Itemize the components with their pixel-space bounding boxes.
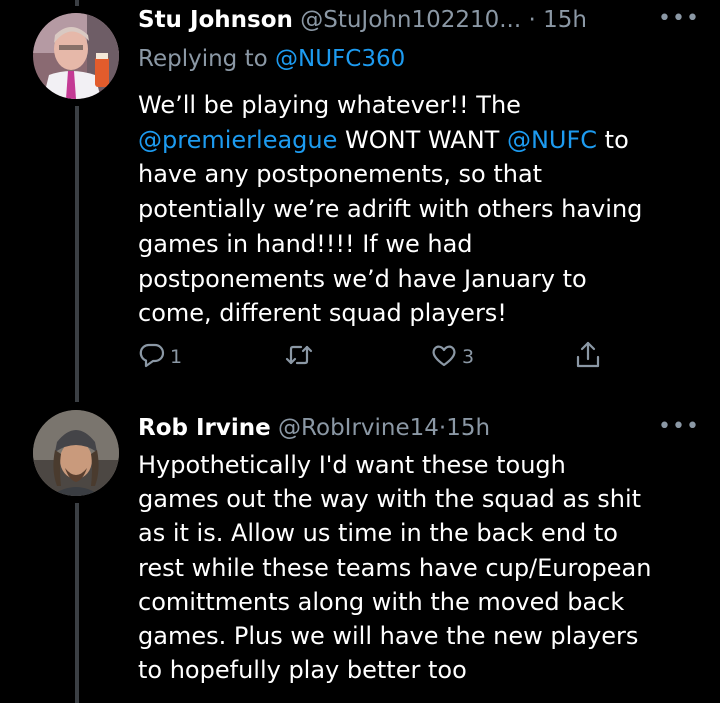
tweet-text-line: games in hand!!!! If we had [138, 229, 473, 258]
tweet-text-line: to hopefully play better too [138, 656, 467, 685]
tweet-text-line: potentially we’re adrift with others hav… [138, 195, 643, 224]
replying-to: Replying to @NUFC360 [138, 45, 405, 73]
timestamp[interactable]: 15h [543, 7, 587, 33]
share-button[interactable] [574, 340, 602, 374]
mention-nufc[interactable]: @NUFC [507, 126, 597, 154]
thread-line-bottom [75, 503, 79, 703]
tweet-text-line: rest while these teams have cup/European [138, 553, 652, 582]
thread-line-middle [75, 106, 79, 402]
more-icon[interactable]: ••• [658, 414, 700, 439]
tweet-header: Rob Irvine @RobIrvine14·15h [138, 414, 490, 442]
text-segment: WONT WANT [337, 125, 507, 154]
like-button[interactable]: 3 [430, 340, 474, 374]
reply-button[interactable]: 1 [138, 340, 182, 374]
like-icon [430, 341, 458, 373]
tweet-text-line: We’ll be playing whatever!! The [138, 91, 521, 119]
tweet-text-line: Hypothetically I'd want these tough [138, 451, 566, 479]
timestamp[interactable]: 15h [446, 415, 490, 441]
tweet-text-line: comittments along with the moved back [138, 587, 625, 616]
retweet-button[interactable] [284, 340, 314, 374]
mention-premierleague[interactable]: @premierleague [138, 126, 337, 154]
display-name[interactable]: Stu Johnson [138, 7, 293, 33]
retweet-icon [284, 341, 314, 373]
tweet-text-line: postponements we’d have January to [138, 264, 587, 293]
user-handle[interactable]: @StuJohn102210... [300, 7, 521, 33]
display-name[interactable]: Rob Irvine [138, 415, 271, 441]
tweet-text-line: @premierleague WONT WANT @NUFC to [138, 123, 708, 158]
text-segment: to [597, 125, 629, 154]
reply-icon [138, 341, 166, 373]
thread-line-top [75, 0, 79, 6]
avatar[interactable] [33, 410, 119, 496]
tweet-text-line: games. Plus we will have the new players [138, 622, 639, 651]
reply-count: 1 [170, 346, 183, 368]
avatar[interactable] [33, 13, 119, 99]
replying-prefix: Replying to [138, 46, 268, 72]
user-handle[interactable]: @RobIrvine14 [278, 415, 439, 441]
tweet-text-line: games out the way with the squad as shit [138, 485, 642, 514]
like-count: 3 [462, 346, 475, 368]
replying-to-mention[interactable]: @NUFC360 [275, 46, 405, 72]
more-icon[interactable]: ••• [658, 6, 700, 31]
share-icon [574, 340, 602, 374]
tweet-text: We’ll be playing whatever!! The @premier… [138, 88, 708, 331]
tweet-actions: 1 3 [138, 340, 608, 374]
tweet-text: Hypothetically I'd want these tough game… [138, 448, 708, 687]
tweet-header: Stu Johnson @StuJohn102210... · 15h [138, 6, 587, 34]
tweet-text-line: come, different squad players! [138, 299, 507, 328]
tweet-text-line: have any postponements, so that [138, 160, 543, 189]
separator-dot: · [528, 7, 536, 33]
tweet-text-line: as it is. Allow us time in the back end … [138, 519, 618, 548]
